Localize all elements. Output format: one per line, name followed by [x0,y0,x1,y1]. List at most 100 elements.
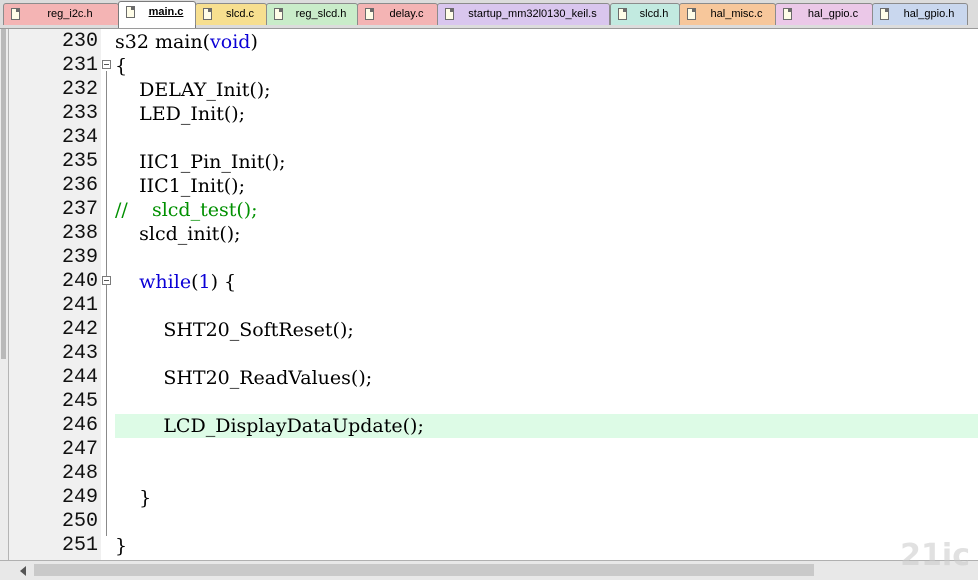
file-icon [687,8,696,20]
line-number: 250 [61,510,98,533]
line-number: 235 [61,150,98,173]
code-text: SHT20_SoftReset(); [115,318,354,342]
code-text: { [115,54,127,78]
line-number: 238 [61,222,98,245]
line-number: 242 [61,318,98,341]
code-token: { [115,55,128,77]
code-line[interactable]: 241 [0,294,978,318]
keyword-token: void [210,31,251,53]
file-icon [11,8,20,20]
fold-collapse-icon[interactable] [102,276,111,285]
code-line[interactable]: 230 s32 main(void) [0,30,978,54]
code-token: ) { [210,271,237,293]
code-text: LED_Init(); [115,102,245,126]
tab-label: slcd.h [639,8,669,20]
code-token: LCD_DisplayDataUpdate(); [115,415,424,437]
number-token: 1 [198,271,211,293]
keyword-token: while [139,271,192,293]
code-text: LCD_DisplayDataUpdate(); [115,414,424,438]
code-text: } [115,534,127,558]
file-icon [783,8,792,20]
code-text: } [115,486,151,510]
code-line[interactable]: 235 IIC1_Pin_Init(); [0,150,978,174]
line-number: 236 [61,174,98,197]
line-number: 247 [61,438,98,461]
tab-slcd-h[interactable]: slcd.h [610,3,680,25]
code-line[interactable]: 237 // slcd_test(); [0,198,978,222]
code-line[interactable]: 249 } [0,486,978,510]
code-line[interactable]: 240 while(1) { [0,270,978,294]
code-line[interactable]: 243 [0,342,978,366]
code-line[interactable]: 232 DELAY_Init(); [0,78,978,102]
line-number: 230 [61,30,98,53]
code-text: slcd_init(); [115,222,241,246]
line-number: 248 [61,462,98,485]
file-icon [126,6,135,18]
line-number: 251 [61,534,98,557]
tab-label: hal_gpio.c [807,8,859,20]
code-token: } [115,487,152,509]
tab-reg-slcd-h[interactable]: reg_slcd.h [266,3,358,25]
line-number: 239 [61,246,98,269]
line-number: 237 [61,198,98,221]
code-token: LED_Init(); [115,103,246,125]
line-number: 231 [61,54,98,77]
file-tab-bar: reg_i2c.h main.c slcd.c reg_slcd.h delay.c st… [0,0,978,29]
line-number: 232 [61,78,98,101]
code-token: } [115,535,128,557]
code-line[interactable]: 245 [0,390,978,414]
file-icon [445,8,454,20]
tab-slcd-c[interactable]: slcd.c [195,3,267,25]
tab-delay-c[interactable]: delay.c [357,3,438,25]
tab-hal-gpio-c[interactable]: hal_gpio.c [775,3,873,25]
fold-collapse-icon[interactable] [102,60,111,69]
code-token: slcd_init(); [115,223,241,245]
comment-token: // slcd_test(); [115,199,258,221]
code-line[interactable]: 233 LED_Init(); [0,102,978,126]
code-text: IIC1_Pin_Init(); [115,150,286,174]
line-number: 246 [61,414,98,437]
code-editor[interactable]: 230 s32 main(void) 231{232 DELAY_Init(); 23… [0,29,978,560]
code-line[interactable]: 244 SHT20_ReadValues(); [0,366,978,390]
scroll-left-icon[interactable] [20,566,26,576]
code-line[interactable]: 238 slcd_init(); [0,222,978,246]
tab-label: reg_slcd.h [295,8,347,20]
code-line[interactable]: 236 IIC1_Init(); [0,174,978,198]
code-line[interactable]: 250 [0,510,978,534]
code-text: s32 main(void) [115,30,258,54]
code-line[interactable]: 231 { [0,54,978,78]
code-token: IIC1_Pin_Init(); [115,151,286,173]
tab-label: hal_gpio.h [903,8,955,20]
file-icon [274,8,283,20]
code-token: SHT20_SoftReset(); [115,319,354,341]
tab-hal-gpio-h[interactable]: hal_gpio.h [872,3,968,25]
code-text: DELAY_Init(); [115,78,270,102]
code-line[interactable]: 247 [0,438,978,462]
code-line[interactable]: 242 SHT20_SoftReset(); [0,318,978,342]
code-text: IIC1_Init(); [115,174,245,198]
line-number: 241 [61,294,98,317]
file-icon [203,8,212,20]
line-number: 249 [61,486,98,509]
tab-reg-i2c-h[interactable]: reg_i2c.h [3,3,119,25]
code-line[interactable]: 248 [0,462,978,486]
line-number: 244 [61,366,98,389]
code-token: SHT20_ReadValues(); [115,367,373,389]
code-text: // slcd_test(); [115,198,258,222]
tab-label: delay.c [389,8,424,20]
code-line[interactable]: 239 [0,246,978,270]
file-icon [365,8,374,20]
line-number: 245 [61,390,98,413]
code-text: SHT20_ReadValues(); [115,366,372,390]
tab-hal-misc-c[interactable]: hal_misc.c [679,3,776,25]
tab-label: slcd.c [225,8,255,20]
horizontal-scroll-thumb[interactable] [34,564,814,576]
code-line[interactable]: 246 LCD_DisplayDataUpdate(); [0,414,978,438]
tab-main-c[interactable]: main.c [118,1,196,28]
tab-startup-mm32l0130-keil-s[interactable]: startup_mm32l0130_keil.s [437,3,610,25]
line-number: 243 [61,342,98,365]
file-icon [880,8,889,20]
code-token: ( [191,271,199,293]
code-line[interactable]: 234 [0,126,978,150]
